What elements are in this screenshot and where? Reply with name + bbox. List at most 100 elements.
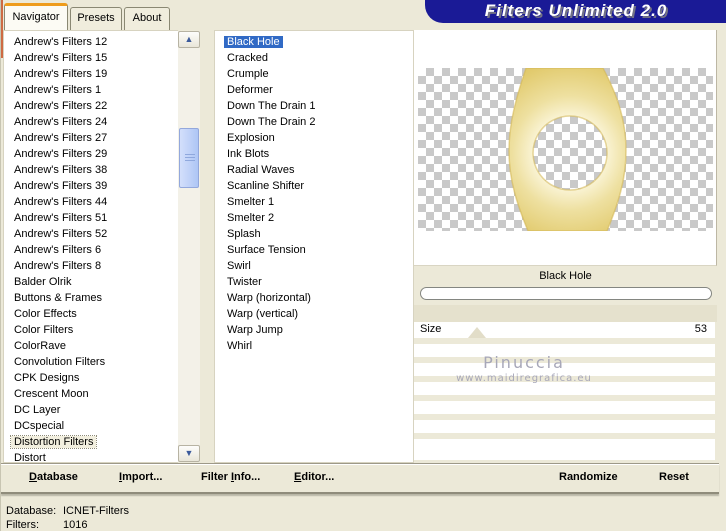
app-title: Filters Unlimited 2.0 <box>484 1 668 20</box>
list-item-label: Scanline Shifter <box>227 180 305 192</box>
list-item[interactable]: Andrew's Filters 15 <box>4 50 178 66</box>
list-item[interactable]: Warp (vertical) <box>215 306 413 322</box>
list-item[interactable]: Balder Olrik <box>4 274 178 290</box>
list-item[interactable]: Radial Waves <box>215 162 413 178</box>
tab-about[interactable]: About <box>124 7 170 30</box>
scrollbar-thumb[interactable] <box>179 128 199 188</box>
list-item[interactable]: Andrew's Filters 29 <box>4 146 178 162</box>
window-edge-strip <box>1 0 3 58</box>
list-item[interactable]: Down The Drain 1 <box>215 98 413 114</box>
slider-value: 53 <box>694 323 707 335</box>
list-item[interactable]: Scanline Shifter <box>215 178 413 194</box>
list-item-label: Andrew's Filters 8 <box>14 260 102 272</box>
list-item[interactable]: Warp Jump <box>215 322 413 338</box>
list-item[interactable]: Swirl <box>215 258 413 274</box>
list-item[interactable]: Andrew's Filters 8 <box>4 258 178 274</box>
category-list: Andrew's Filters 12 Andrew's Filters 15 An… <box>4 31 178 466</box>
filter-info-button[interactable]: Filter Info... <box>201 471 260 483</box>
status-filters-value: 1016 <box>63 519 88 531</box>
list-item[interactable]: Andrew's Filters 22 <box>4 98 178 114</box>
bottom-toolbar: Database Import... Filter Info... Editor… <box>1 464 719 494</box>
list-item-label: Distort <box>14 452 46 464</box>
preview-panel: Black Hole Size 53 Pinuccia www.maidireg… <box>414 30 718 463</box>
randomize-button[interactable]: Randomize <box>559 471 618 483</box>
list-item-label: Swirl <box>227 260 251 272</box>
watermark-url: www.maidiregrafica.eu <box>456 373 592 384</box>
list-item[interactable]: Color Effects <box>4 306 178 322</box>
scroll-up-icon[interactable]: ▲ <box>178 31 200 48</box>
list-item-label: Warp (horizontal) <box>227 292 311 304</box>
list-item[interactable]: Cracked <box>215 50 413 66</box>
list-item[interactable]: Andrew's Filters 51 <box>4 210 178 226</box>
list-item[interactable]: Black Hole <box>215 34 413 50</box>
status-database-label: Database: <box>6 505 57 517</box>
list-item[interactable]: Andrew's Filters 12 <box>4 34 178 50</box>
scrollbar-grip <box>185 154 195 163</box>
list-item-label: Andrew's Filters 51 <box>14 212 108 224</box>
list-item[interactable]: Color Filters <box>4 322 178 338</box>
list-item-label: Black Hole <box>224 36 283 48</box>
empty-parameter-row <box>414 439 715 460</box>
list-item-label: Splash <box>227 228 261 240</box>
list-item[interactable]: Smelter 2 <box>215 210 413 226</box>
slider-label: Size <box>420 323 442 335</box>
list-item[interactable]: Crescent Moon <box>4 386 178 402</box>
list-item-label: Crumple <box>227 68 269 80</box>
list-item-label: Andrew's Filters 12 <box>14 36 108 48</box>
list-item-label: Down The Drain 2 <box>227 116 316 128</box>
list-item[interactable]: Ink Blots <box>215 146 413 162</box>
list-item[interactable]: CPK Designs <box>4 370 178 386</box>
list-item-label: Color Effects <box>14 308 77 320</box>
status-database: Database: ICNET-Filters <box>6 505 129 517</box>
list-item[interactable]: Explosion <box>215 130 413 146</box>
tab-presets[interactable]: Presets <box>70 7 122 30</box>
list-item[interactable]: Distortion Filters <box>4 434 178 450</box>
list-item[interactable]: Smelter 1 <box>215 194 413 210</box>
list-item-label: Smelter 1 <box>227 196 275 208</box>
list-item[interactable]: Andrew's Filters 52 <box>4 226 178 242</box>
list-item[interactable]: DCspecial <box>4 418 178 434</box>
list-item[interactable]: Andrew's Filters 39 <box>4 178 178 194</box>
slider-thumb[interactable] <box>468 327 487 338</box>
list-item[interactable]: ColorRave <box>4 338 178 354</box>
list-item-label: Color Filters <box>14 324 74 336</box>
tab-navigator[interactable]: Navigator <box>4 3 68 30</box>
list-item-label: Surface Tension <box>227 244 306 256</box>
status-filters-label: Filters: <box>6 519 39 531</box>
list-item[interactable]: Deformer <box>215 82 413 98</box>
list-item[interactable]: Andrew's Filters 19 <box>4 66 178 82</box>
list-item[interactable]: Andrew's Filters 1 <box>4 82 178 98</box>
list-item[interactable]: Whirl <box>215 338 413 354</box>
list-item-label: Cracked <box>227 52 268 64</box>
list-item[interactable]: Buttons & Frames <box>4 290 178 306</box>
list-item[interactable]: Andrew's Filters 44 <box>4 194 178 210</box>
list-item[interactable]: Convolution Filters <box>4 354 178 370</box>
list-item[interactable]: Down The Drain 2 <box>215 114 413 130</box>
size-slider[interactable]: Size 53 <box>414 322 715 338</box>
list-item[interactable]: Warp (horizontal) <box>215 290 413 306</box>
import-button[interactable]: Import... <box>119 471 162 483</box>
preview-image[interactable] <box>418 68 713 231</box>
filter-list-panel: Black Hole Cracked Crumple Deformer Down The… <box>214 30 414 463</box>
list-item-label: Explosion <box>227 132 275 144</box>
list-item[interactable]: Andrew's Filters 24 <box>4 114 178 130</box>
list-item-label: Andrew's Filters 39 <box>14 180 108 192</box>
list-item-label: Andrew's Filters 38 <box>14 164 108 176</box>
list-item[interactable]: DC Layer <box>4 402 178 418</box>
list-item[interactable]: Andrew's Filters 6 <box>4 242 178 258</box>
list-item[interactable]: Andrew's Filters 38 <box>4 162 178 178</box>
list-item[interactable]: Splash <box>215 226 413 242</box>
list-item[interactable]: Andrew's Filters 27 <box>4 130 178 146</box>
list-item-label: Radial Waves <box>227 164 295 176</box>
category-scrollbar[interactable]: ▲ ▼ <box>178 31 200 462</box>
watermark: Pinuccia www.maidiregrafica.eu <box>429 353 619 384</box>
reset-button[interactable]: Reset <box>659 471 689 483</box>
list-item[interactable]: Twister <box>215 274 413 290</box>
list-item[interactable]: Crumple <box>215 66 413 82</box>
list-item[interactable]: Surface Tension <box>215 242 413 258</box>
scroll-down-icon[interactable]: ▼ <box>178 445 200 462</box>
black-hole-shape <box>508 68 627 231</box>
list-item-label: Ink Blots <box>227 148 270 160</box>
database-button[interactable]: Database <box>29 471 78 483</box>
editor-button[interactable]: Editor... <box>294 471 334 483</box>
